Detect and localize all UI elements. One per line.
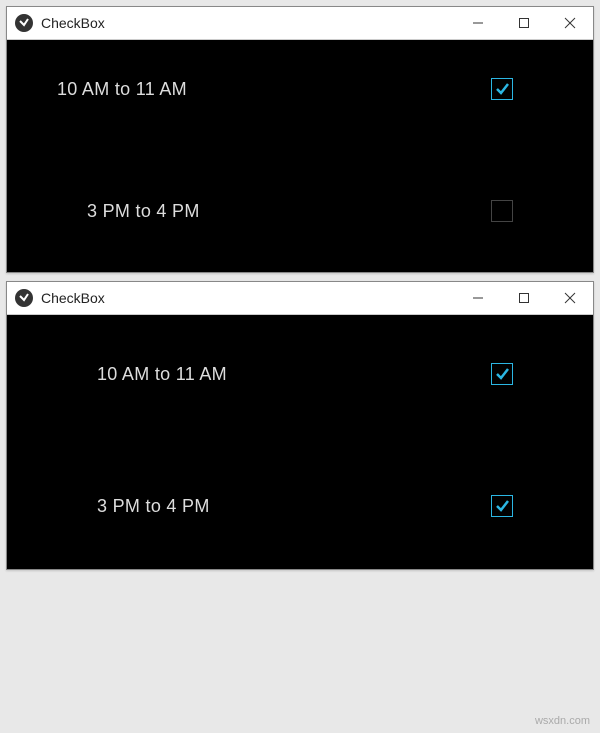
titlebar[interactable]: CheckBox <box>7 7 593 39</box>
watermark: wsxdn.com <box>535 715 590 727</box>
checkbox-row: 3 PM to 4 PM <box>57 200 543 222</box>
maximize-button[interactable] <box>501 7 547 39</box>
window-1: CheckBox 10 AM to 11 AM 3 PM to 4 PM <box>6 6 594 273</box>
minimize-button[interactable] <box>455 282 501 314</box>
window-2: CheckBox 10 AM to 11 AM 3 PM to 4 PM <box>6 281 594 570</box>
app-icon <box>15 14 33 32</box>
window-content: 10 AM to 11 AM 3 PM to 4 PM <box>7 314 593 569</box>
app-icon <box>15 289 33 307</box>
checkbox-label: 10 AM to 11 AM <box>57 79 187 100</box>
checkbox-checked[interactable] <box>491 78 513 100</box>
maximize-button[interactable] <box>501 282 547 314</box>
checkbox-label: 3 PM to 4 PM <box>97 496 210 517</box>
titlebar[interactable]: CheckBox <box>7 282 593 314</box>
checkbox-label: 3 PM to 4 PM <box>87 201 200 222</box>
checkbox-row: 3 PM to 4 PM <box>97 495 543 517</box>
checkbox-checked[interactable] <box>491 363 513 385</box>
checkbox-row: 10 AM to 11 AM <box>57 78 543 100</box>
close-button[interactable] <box>547 282 593 314</box>
checkbox-label: 10 AM to 11 AM <box>97 364 227 385</box>
window-content: 10 AM to 11 AM 3 PM to 4 PM <box>7 39 593 272</box>
window-title: CheckBox <box>41 15 105 31</box>
minimize-button[interactable] <box>455 7 501 39</box>
window-controls <box>455 282 593 314</box>
window-controls <box>455 7 593 39</box>
checkbox-row: 10 AM to 11 AM <box>97 363 543 385</box>
close-button[interactable] <box>547 7 593 39</box>
checkbox-checked[interactable] <box>491 495 513 517</box>
window-title: CheckBox <box>41 290 105 306</box>
checkbox-unchecked[interactable] <box>491 200 513 222</box>
